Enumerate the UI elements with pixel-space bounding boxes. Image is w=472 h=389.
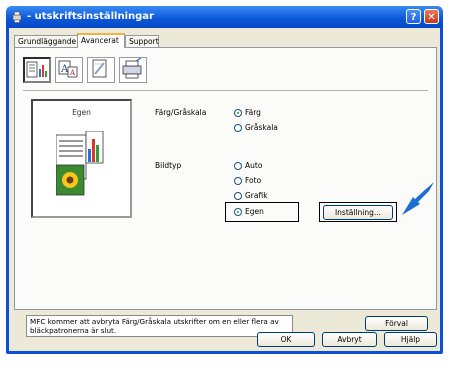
photo-option-label[interactable]: Foto bbox=[245, 176, 261, 185]
tab-support[interactable]: Support bbox=[125, 35, 159, 47]
device-options-icon bbox=[122, 57, 142, 79]
close-title-button[interactable]: ✕ bbox=[424, 9, 439, 24]
photo-radio[interactable] bbox=[234, 177, 242, 185]
cancel-button[interactable]: Avbryt bbox=[322, 332, 377, 347]
grayscale-radio[interactable] bbox=[234, 124, 242, 132]
auto-radio[interactable] bbox=[234, 162, 242, 170]
dialog-client-area: Grundläggande Avancerat Support A A Egen… bbox=[9, 28, 440, 351]
tab-grundlaggande[interactable]: Grundläggande bbox=[14, 35, 78, 47]
watermark-icon bbox=[92, 59, 107, 78]
color-option-label[interactable]: Färg bbox=[245, 108, 261, 117]
printer-app-icon bbox=[12, 11, 22, 23]
image-type-label: Bildtyp bbox=[155, 161, 182, 170]
status-message-box: MFC kommer att avbryta Färg/Gråskala uts… bbox=[26, 315, 293, 337]
custom-radio[interactable] bbox=[234, 208, 242, 216]
preview-box: Egen bbox=[31, 99, 132, 218]
pointer-arrow-icon bbox=[402, 182, 434, 215]
tab-avancerat[interactable]: Avancerat bbox=[77, 33, 125, 48]
auto-option-label[interactable]: Auto bbox=[245, 161, 262, 170]
toolbar-divider bbox=[23, 90, 428, 91]
preview-label: Egen bbox=[72, 108, 91, 117]
grayscale-option-label[interactable]: Gråskala bbox=[245, 123, 278, 132]
custom-option-label[interactable]: Egen bbox=[245, 207, 264, 216]
color-mode-label: Färg/Gråskala bbox=[155, 108, 207, 117]
graphics-option-label[interactable]: Grafik bbox=[245, 191, 268, 200]
svg-text:A: A bbox=[69, 69, 76, 77]
scaling-tool[interactable]: A A bbox=[55, 57, 83, 83]
preview-page-icon bbox=[56, 131, 104, 196]
device-options-tool[interactable] bbox=[119, 57, 147, 83]
default-button[interactable]: Förval bbox=[365, 316, 428, 331]
graphics-radio[interactable] bbox=[234, 192, 242, 200]
title-bar[interactable]: - utskriftsinställningar ? ✕ bbox=[6, 6, 443, 28]
printing-preferences-window: - utskriftsinställningar ? ✕ Grundläggan… bbox=[6, 6, 443, 354]
ok-button[interactable]: OK bbox=[257, 332, 315, 347]
help-button[interactable]: Hjälp bbox=[384, 332, 437, 347]
window-title-text: utskriftsinställningar bbox=[34, 11, 154, 22]
watermark-tool[interactable] bbox=[87, 57, 115, 83]
scaling-icon: A A bbox=[58, 60, 78, 78]
settings-button[interactable]: Inställning... bbox=[323, 205, 393, 220]
color-radio[interactable] bbox=[234, 109, 242, 117]
color-settings-icon bbox=[26, 61, 47, 78]
help-title-button[interactable]: ? bbox=[406, 9, 421, 24]
color-settings-tool[interactable] bbox=[23, 57, 51, 83]
window-title: - utskriftsinställningar bbox=[27, 11, 154, 22]
